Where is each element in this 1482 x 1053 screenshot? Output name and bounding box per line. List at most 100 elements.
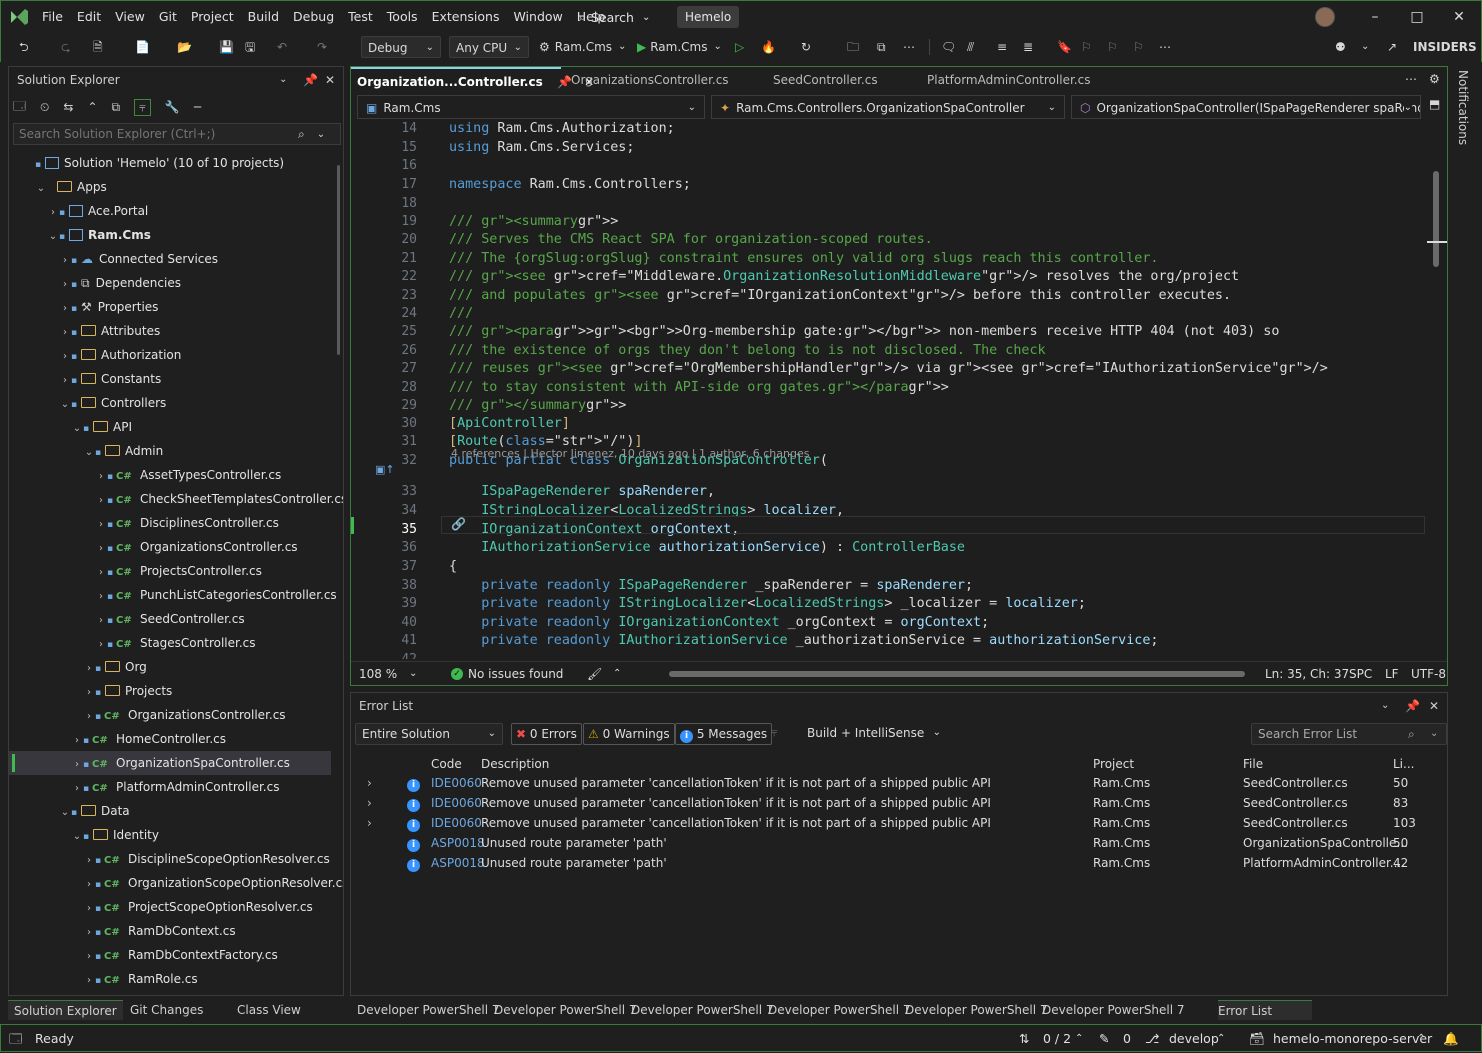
error-search-box[interactable]: Search Error List ⌕ ⌄ (1251, 723, 1447, 745)
gear-icon[interactable]: ⚙ (1429, 72, 1440, 86)
error-file[interactable]: SeedController.cs (1243, 773, 1348, 793)
chevron-right-icon[interactable]: › (59, 369, 71, 393)
bookmark-icon[interactable]: 🔖 (1057, 36, 1072, 58)
tree-file-item[interactable]: › ▪ C# OrganizationSpaController.cs (9, 751, 331, 775)
chevron-right-icon[interactable]: › (95, 633, 107, 657)
pin-icon[interactable]: 📌 (303, 67, 318, 93)
solution-search-input[interactable] (14, 127, 284, 141)
switch-views-icon[interactable]: 🗔 (13, 97, 26, 118)
chevron-right-icon[interactable]: › (47, 201, 59, 225)
tree-file-item[interactable]: › ▪ C# OrganizationScopeOptionResolver.cs (9, 871, 343, 897)
tree-file-item[interactable]: › ▪ C# RamDbContext.cs (9, 919, 331, 943)
menu-tools[interactable]: Tools (380, 5, 425, 29)
tab-platform-admin-controller[interactable]: PlatformAdminController.cs (921, 67, 1096, 93)
chevron-right-icon[interactable]: › (95, 489, 107, 513)
horizontal-scrollbar[interactable] (669, 671, 1245, 677)
tree-file-item[interactable]: › ▪ C# SeedController.cs (9, 607, 331, 631)
tree-folder-item[interactable]: › ▪ Org (9, 655, 331, 679)
redo-icon[interactable]: ↷ (317, 36, 327, 58)
chevron-down-icon[interactable]: ⌄ (35, 177, 47, 201)
menu-view[interactable]: View (108, 5, 152, 29)
bookmark-clear-icon[interactable]: ⚐ (1133, 36, 1144, 58)
close-icon[interactable]: ✕ (325, 67, 335, 93)
chevron-right-icon[interactable]: › (83, 873, 95, 897)
forward-icon[interactable]: ⮎ (61, 36, 71, 58)
code-line[interactable]: /// the existence of orgs they don't bel… (449, 343, 1046, 358)
chevron-right-icon[interactable]: › (59, 321, 71, 345)
error-file[interactable]: PlatformAdminController.... (1243, 853, 1405, 873)
code-line[interactable]: /// gr"><see gr">cref="Middleware.Organi… (449, 269, 1239, 284)
solution-name-badge[interactable]: Hemelo (677, 6, 740, 28)
code-line[interactable]: namespace Ram.Cms.Controllers; (449, 177, 691, 192)
error-project[interactable]: Ram.Cms (1093, 773, 1150, 793)
copilot-icon[interactable]: ⚉ (1335, 36, 1346, 58)
repo-icon[interactable]: 🗃 (1249, 1025, 1265, 1053)
edit-count[interactable]: 0 (1123, 1025, 1131, 1053)
tree-file-item[interactable]: › ▪ C# CheckSheetTemplatesController.cs (9, 487, 343, 513)
tab-class-view[interactable]: Class View (237, 1000, 301, 1020)
sync-icon[interactable]: ⇅ (1019, 1025, 1029, 1053)
vs-logo-icon[interactable] (9, 7, 29, 27)
indent-icon[interactable]: ≣ (1023, 36, 1033, 58)
tree-file-item[interactable]: › ▪ C# RamRole.cs (9, 967, 331, 987)
code-line[interactable]: /// gr"><paragr">>gr"><bgr">>Org-members… (449, 324, 1279, 339)
more-icon[interactable]: ⋯ (1159, 36, 1171, 58)
tree-item[interactable]: ⌄ ▪ Ram.Cms (9, 223, 331, 247)
back-icon[interactable]: ⮌ (19, 36, 29, 58)
branch-name[interactable]: develop (1169, 1025, 1219, 1053)
codelens[interactable]: 4 references | Hector Jimenez, 10 days a… (451, 447, 809, 460)
tree-item[interactable]: › ▪ ⧉ Dependencies (9, 271, 331, 295)
bell-icon[interactable]: 🔔 (1443, 1025, 1459, 1053)
issues-indicator[interactable]: ✓ No issues found (451, 662, 563, 686)
cursor-position[interactable]: Ln: 35, Ch: 37 (1265, 662, 1349, 686)
tree-folder-item[interactable]: ⌄ ▪ Controllers (9, 391, 331, 415)
chevron-right-icon[interactable]: › (83, 705, 95, 729)
notifications-tab[interactable]: Notifications (1456, 70, 1470, 145)
bookmark-prev-icon[interactable]: ⚐ (1081, 36, 1092, 58)
collapse-all-icon[interactable]: ⌃ (87, 100, 97, 114)
warnings-filter[interactable]: ⚠ 0 Warnings (583, 723, 675, 745)
quick-action-icon[interactable]: 🔗 (451, 517, 466, 531)
scrollbar[interactable] (337, 165, 340, 355)
menu-edit[interactable]: Edit (70, 5, 108, 29)
menu-git[interactable]: Git (152, 5, 184, 29)
error-project[interactable]: Ram.Cms (1093, 853, 1150, 873)
error-code[interactable]: IDE0060 (431, 813, 482, 833)
code-line[interactable]: ISpaPageRenderer spaRenderer, (449, 484, 715, 499)
tree-file-item[interactable]: › ▪ C# DisciplinesController.cs (9, 511, 331, 535)
tab-developer-powershell[interactable]: Developer PowerShell 7 (357, 1000, 500, 1020)
error-description[interactable]: Unused route parameter 'path' (481, 853, 667, 873)
chevron-down-icon[interactable]: ⌄ (71, 825, 83, 849)
tree-folder-item[interactable]: › ▪ Constants (9, 367, 331, 391)
zoom-level[interactable]: 108 % (359, 662, 397, 686)
error-description[interactable]: Unused route parameter 'path' (481, 833, 667, 853)
line-ending[interactable]: LF (1385, 662, 1399, 686)
nav-class-select[interactable]: ✦ Ram.Cms.Controllers.OrganizationSpaCont… (711, 95, 1065, 119)
tab-git-changes[interactable]: Git Changes (130, 1000, 203, 1020)
code-line[interactable]: private readonly IAuthorizationService _… (449, 633, 1158, 648)
error-description[interactable]: Remove unused parameter 'cancellationTok… (481, 793, 991, 813)
tree-folder-item[interactable]: › ▪ Attributes (9, 319, 331, 343)
tree-folder-item[interactable]: ⌄ ▪ Data (9, 799, 331, 823)
tree-file-item[interactable]: › ▪ C# DisciplineScopeOptionResolver.cs (9, 847, 331, 871)
error-description[interactable]: Remove unused parameter 'cancellationTok… (481, 773, 991, 793)
outdent-icon[interactable]: ≡ (997, 36, 1007, 58)
code-line[interactable]: private readonly ISpaPageRenderer _spaRe… (449, 578, 973, 593)
more-icon[interactable]: ⋯ (1405, 72, 1417, 86)
column-project[interactable]: Project (1093, 753, 1134, 775)
new-project-icon[interactable]: 🗎 (93, 36, 103, 58)
error-code[interactable]: IDE0060 (431, 773, 482, 793)
error-line[interactable]: 83 (1393, 793, 1408, 813)
brush-icon[interactable]: 🖌 (587, 662, 602, 686)
code-line[interactable]: private readonly IOrganizationContext _o… (449, 615, 989, 630)
pin-icon[interactable]: 📌 (1405, 693, 1420, 719)
preview-icon[interactable]: ─ (194, 100, 201, 114)
search-icon[interactable]: ⌕ (1408, 724, 1415, 744)
chevron-right-icon[interactable]: › (71, 729, 83, 753)
code-line[interactable]: IAuthorizationService authorizationServi… (449, 540, 965, 555)
code-line[interactable]: private readonly IStringLocalizer<Locali… (449, 596, 1086, 611)
filter-icon[interactable]: ⫧ (134, 98, 151, 116)
column-line[interactable]: Li... (1393, 753, 1414, 775)
chevron-down-icon[interactable]: ⌄ (279, 67, 287, 93)
code-line[interactable]: /// (449, 306, 473, 321)
